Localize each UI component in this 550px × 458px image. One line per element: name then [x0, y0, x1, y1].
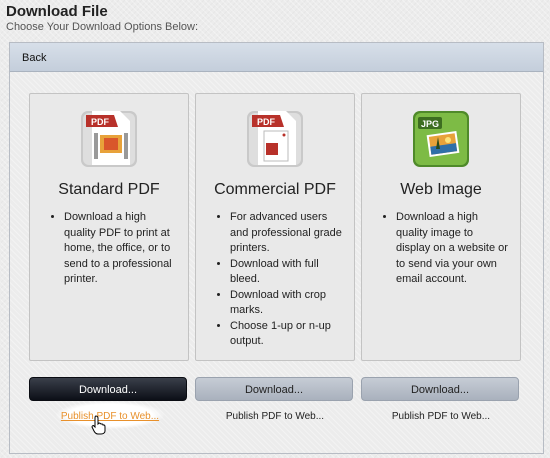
- option-description-list: For advanced users and professional grad…: [230, 210, 344, 350]
- list-item: Download with full bleed.: [230, 257, 344, 288]
- option-description-list: Download a high quality image to display…: [396, 210, 510, 288]
- back-button[interactable]: Back: [10, 43, 543, 72]
- option-title: Standard PDF: [58, 181, 160, 198]
- page-subtitle: Choose Your Download Options Below:: [6, 21, 199, 33]
- download-standard-pdf-button[interactable]: Download...: [29, 377, 187, 401]
- page-title: Download File: [6, 3, 108, 20]
- list-item: Download a high quality image to display…: [396, 210, 510, 288]
- list-item: Download a high quality PDF to print at …: [64, 210, 178, 288]
- commercial-pdf-icon: PDF: [247, 111, 303, 167]
- svg-text:PDF: PDF: [257, 117, 276, 127]
- option-description-list: Download a high quality PDF to print at …: [64, 210, 178, 288]
- option-title: Commercial PDF: [214, 181, 336, 198]
- jpg-icon: JPG: [413, 111, 469, 167]
- svg-text:JPG: JPG: [421, 119, 439, 129]
- publish-pdf-to-web-link-web-image[interactable]: Publish PDF to Web...: [361, 411, 521, 422]
- option-title: Web Image: [400, 181, 482, 198]
- pdf-icon: PDF: [81, 111, 137, 167]
- hand-cursor-icon: [91, 415, 106, 435]
- svg-text:PDF: PDF: [91, 117, 110, 127]
- publish-pdf-to-web-link-commercial[interactable]: Publish PDF to Web...: [195, 411, 355, 422]
- list-item: Choose 1-up or n-up output.: [230, 319, 344, 350]
- option-card-commercial-pdf: PDF Commercial PDF For advanced users an…: [195, 93, 355, 361]
- option-card-web-image: JPG Web Image Download a high quality im…: [361, 93, 521, 361]
- list-item: For advanced users and professional grad…: [230, 210, 344, 257]
- list-item: Download with crop marks.: [230, 288, 344, 319]
- option-card-standard-pdf: PDF Standard PDF Download a high quality…: [29, 93, 189, 361]
- publish-pdf-to-web-link-standard[interactable]: Publish PDF to Web...: [30, 411, 190, 422]
- download-web-image-button[interactable]: Download...: [361, 377, 519, 401]
- download-options-panel: Back PDF Standard PDF Download a high qu…: [9, 42, 544, 454]
- download-commercial-pdf-button[interactable]: Download...: [195, 377, 353, 401]
